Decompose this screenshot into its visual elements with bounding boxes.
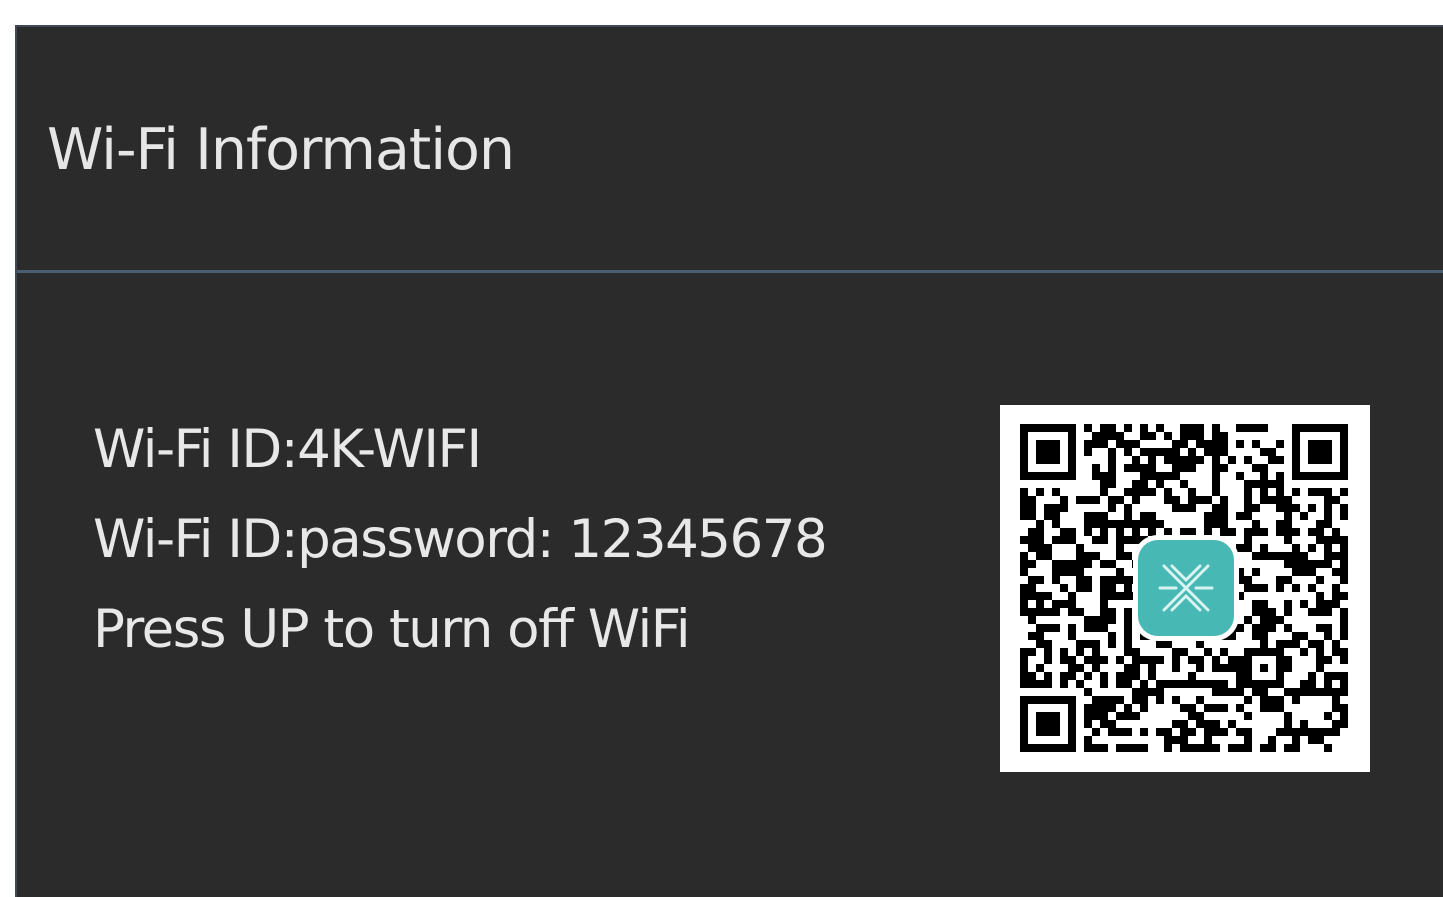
panel-header: Wi-Fi Information xyxy=(17,27,1443,273)
wifi-password-text: Wi-Fi ID:password: 12345678 xyxy=(93,509,828,570)
wifi-info-panel: Wi-Fi Information Wi-Fi ID:4K-WIFI Wi-Fi… xyxy=(15,25,1443,897)
page-title: Wi-Fi Information xyxy=(47,117,515,183)
app-logo-icon xyxy=(1138,540,1234,636)
wifi-id-text: Wi-Fi ID:4K-WIFI xyxy=(93,419,482,480)
wifi-details: Wi-Fi ID:4K-WIFI Wi-Fi ID:password: 1234… xyxy=(93,405,828,675)
wifi-instruction-text: Press UP to turn off WiFi xyxy=(93,599,691,660)
qr-code xyxy=(1000,405,1370,772)
